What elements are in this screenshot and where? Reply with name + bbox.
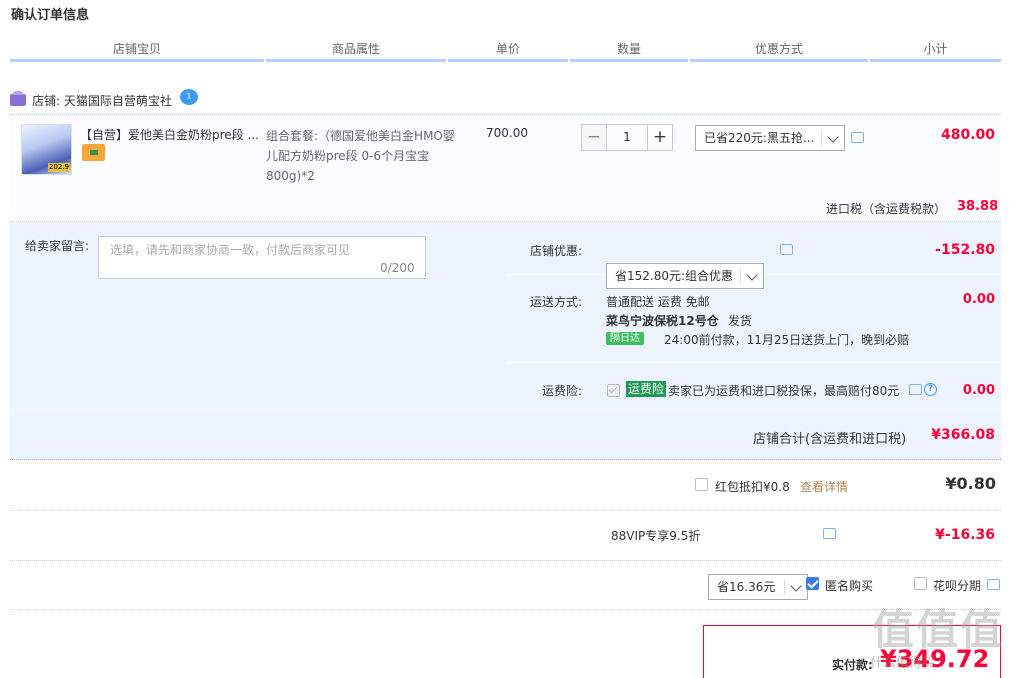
vip-discount-value-text: 省16.36元 (717, 580, 776, 594)
store-discount-amount: -152.80 (935, 242, 995, 258)
quantity-stepper: − 1 + (581, 124, 673, 151)
red-packet-details-link[interactable]: 查看详情 (800, 478, 848, 495)
chevron-down-icon (790, 580, 802, 592)
insurance-tag: 运费险 (626, 381, 667, 397)
store-discount-label: 店铺优惠: (530, 244, 583, 258)
col-subtotal: 小计 (870, 40, 1001, 62)
item-discount-value: 已省220元:黑五抢... (704, 131, 815, 145)
quantity-input[interactable]: 1 (607, 124, 647, 151)
import-tax-value: 38.88 (957, 199, 999, 214)
store-total-value: ¥366.08 (931, 427, 995, 443)
watermark-logo: 值值值 (872, 605, 1005, 654)
insurance-info-icon[interactable] (909, 384, 922, 395)
insurance-fee: 0.00 (962, 383, 995, 398)
shipping-label: 运送方式: (530, 295, 583, 309)
col-quantity: 数量 (570, 40, 688, 62)
vip-info-icon[interactable] (823, 528, 836, 539)
red-packet-label: 红包抵扣¥0.8 (715, 480, 790, 494)
vip-discount-amount: ¥-16.36 (935, 527, 995, 543)
divider (10, 560, 1001, 561)
unit-price: 700.00 (486, 126, 528, 140)
insurance-label: 运费险: (542, 384, 583, 398)
decrease-quantity-button[interactable]: − (581, 124, 607, 151)
col-unit-price: 单价 (448, 40, 568, 62)
vip-label: 88VIP专享9.5折 (611, 529, 701, 543)
store-discount-info-icon[interactable] (780, 244, 793, 255)
product-name-link[interactable]: 【自营】爱他美白金奶粉pre段 ... (80, 126, 262, 143)
delivery-promise: 24:00前付款，11月25日送货上门，晚到必赔 (664, 333, 910, 347)
red-packet-amount: ¥0.80 (945, 474, 996, 493)
table-header: 店铺宝贝 商品属性 单价 数量 优惠方式 小计 (10, 40, 1001, 62)
store-discount-select[interactable]: 省152.80元:组合优惠 (606, 263, 764, 289)
increase-quantity-button[interactable]: + (647, 124, 673, 151)
insurance-checkbox[interactable] (607, 384, 620, 397)
col-discount: 优惠方式 (690, 40, 868, 62)
huabei-label: 花呗分期 (933, 579, 982, 593)
store-row: 店铺: 天猫国际自营萌宝社 1 (10, 89, 198, 110)
seller-message-placeholder: 选填，请先和商家协商一致，付款后商家可见 (110, 243, 351, 257)
import-tax-label: 进口税（含运费税款） (826, 202, 947, 216)
chevron-down-icon (746, 269, 758, 281)
watermark-text: 什么值得买 (870, 656, 936, 671)
store-icon (10, 91, 26, 106)
red-packet-checkbox[interactable] (695, 478, 708, 491)
col-store-item: 店铺宝贝 (10, 40, 264, 62)
page-title: 确认订单信息 (11, 8, 90, 23)
huabei-checkbox[interactable] (914, 577, 927, 590)
anonymous-checkbox[interactable] (806, 577, 819, 590)
store-name[interactable]: 店铺: 天猫国际自营萌宝社 (32, 92, 172, 109)
divider (10, 510, 1001, 511)
credit-card-icon (82, 144, 105, 161)
next-day-badge-text: 隔日达 (610, 333, 640, 344)
insurance-text: 卖家已为运费和进口税投保，最高赔付80元 (668, 384, 900, 398)
item-discount-select[interactable]: 已省220元:黑五抢... (695, 125, 845, 151)
store-total-label: 店铺合计(含运费和进口税) (753, 432, 907, 447)
shipping-method: 普通配送 运费 免邮 (606, 295, 710, 309)
vip-discount-select[interactable]: 省16.36元 (708, 574, 808, 600)
col-attributes: 商品属性 (266, 40, 446, 62)
shipping-dispatch: 发货 (728, 314, 753, 328)
thumbnail-price-tag: 202.9 (48, 163, 70, 172)
huabei-info-icon[interactable] (987, 579, 1000, 590)
message-char-count: 0/200 (380, 261, 415, 275)
item-subtotal: 480.00 (940, 127, 995, 143)
message-label: 给卖家留言: (25, 239, 90, 253)
wangwang-chat-icon[interactable]: 1 (179, 89, 198, 105)
anonymous-label: 匿名购买 (825, 579, 874, 593)
payment-label: 实付款: (832, 658, 873, 672)
chevron-down-icon (827, 131, 839, 143)
shipping-fee: 0.00 (962, 292, 995, 307)
shipping-warehouse: 菜鸟宁波保税12号仓 (606, 314, 719, 328)
product-attribute: 组合套餐:（德国爱他美白金HMO婴儿配方奶粉pre段 0-6个月宝宝800g)*… (266, 129, 455, 183)
next-day-badge: 隔日达 (606, 332, 644, 345)
discount-info-icon[interactable] (851, 132, 864, 143)
store-discount-value-text: 省152.80元:组合优惠 (615, 269, 734, 283)
divider (10, 609, 1001, 610)
